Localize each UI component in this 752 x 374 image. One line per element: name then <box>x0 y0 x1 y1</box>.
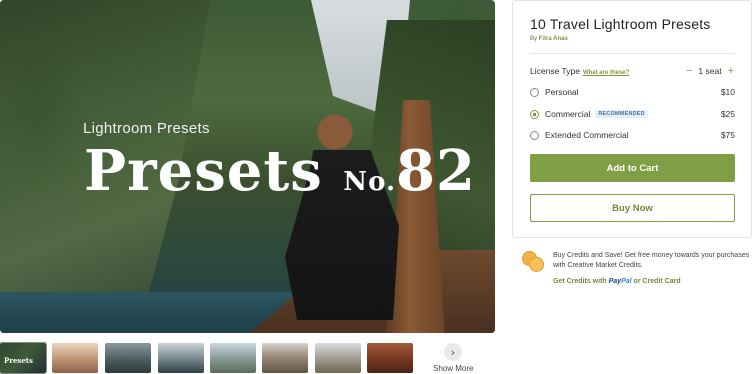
divider <box>530 53 735 54</box>
thumbnail-1[interactable]: Presets <box>0 342 47 374</box>
seat-selector: − 1 seat + <box>680 65 734 77</box>
chevron-right-icon[interactable]: › <box>444 343 462 361</box>
get-credits-link[interactable]: Get Credits with PayPal or Credit Card <box>553 278 681 285</box>
credits-promo-text: Buy Credits and Save! Get free money tow… <box>553 252 750 269</box>
what-are-these-link[interactable]: What are these? <box>583 70 629 76</box>
product-page: Lightroom Presets Presets No.82 Presets … <box>0 0 752 374</box>
seat-count: 1 seat <box>698 66 722 76</box>
license-option-price: $25 <box>720 109 735 119</box>
paypal-logo-pay: Pay <box>608 278 622 285</box>
byline: By Fitra Anas <box>530 36 568 42</box>
recommended-badge: RECOMMENDED <box>595 110 648 118</box>
preview-title-main: Presets <box>84 138 344 204</box>
author-link[interactable]: Fitra Anas <box>539 36 568 42</box>
license-option-extended-commercial[interactable]: Extended Commercial $75 <box>530 128 735 142</box>
radio-button-selected[interactable] <box>530 109 539 119</box>
product-title: 10 Travel Lightroom Presets <box>530 16 711 32</box>
preview-title: Presets No.82 <box>84 138 476 204</box>
paypal-logo-pal: Pal <box>621 278 632 285</box>
get-credits-suffix: or Credit Card <box>631 278 681 285</box>
add-to-cart-button[interactable]: Add to Cart <box>530 154 735 182</box>
show-more-button[interactable]: › Show More <box>433 343 473 373</box>
thumbnail-8[interactable] <box>367 343 413 373</box>
seat-decrease-button[interactable]: − <box>686 65 692 77</box>
thumbnail-7[interactable] <box>315 343 361 373</box>
thumbnail-5[interactable] <box>210 343 256 373</box>
product-preview-image[interactable]: Lightroom Presets Presets No.82 <box>0 0 495 333</box>
buy-now-button[interactable]: Buy Now <box>530 194 735 222</box>
thumbnail-3[interactable] <box>105 343 151 373</box>
thumbnail-6[interactable] <box>262 343 308 373</box>
purchase-card: 10 Travel Lightroom Presets By Fitra Ana… <box>512 0 752 238</box>
get-credits-prefix: Get Credits with <box>553 278 609 285</box>
thumbnail-1-label: Presets <box>4 356 33 365</box>
preview-title-num: 82 <box>396 138 476 204</box>
radio-button[interactable] <box>530 130 539 140</box>
license-option-label: Extended Commercial <box>545 130 629 140</box>
license-option-price: $75 <box>720 130 735 140</box>
license-type-label: License Type <box>530 66 580 76</box>
byline-prefix: By <box>530 36 539 42</box>
license-option-label: Commercial <box>545 109 591 119</box>
show-more-label: Show More <box>433 364 474 373</box>
license-option-commercial[interactable]: Commercial RECOMMENDED $25 <box>530 107 735 121</box>
radio-button[interactable] <box>530 87 539 97</box>
license-option-personal[interactable]: Personal $10 <box>530 85 735 99</box>
license-option-price: $10 <box>720 87 735 97</box>
thumbnail-2[interactable] <box>52 343 98 373</box>
thumbnail-4[interactable] <box>158 343 204 373</box>
preview-title-no: No. <box>343 167 396 197</box>
license-option-label: Personal <box>545 87 579 97</box>
preview-subtitle: Lightroom Presets <box>83 120 210 137</box>
coins-icon <box>522 251 544 273</box>
seat-increase-button[interactable]: + <box>728 65 734 77</box>
license-type: License Type What are these? <box>530 66 629 76</box>
